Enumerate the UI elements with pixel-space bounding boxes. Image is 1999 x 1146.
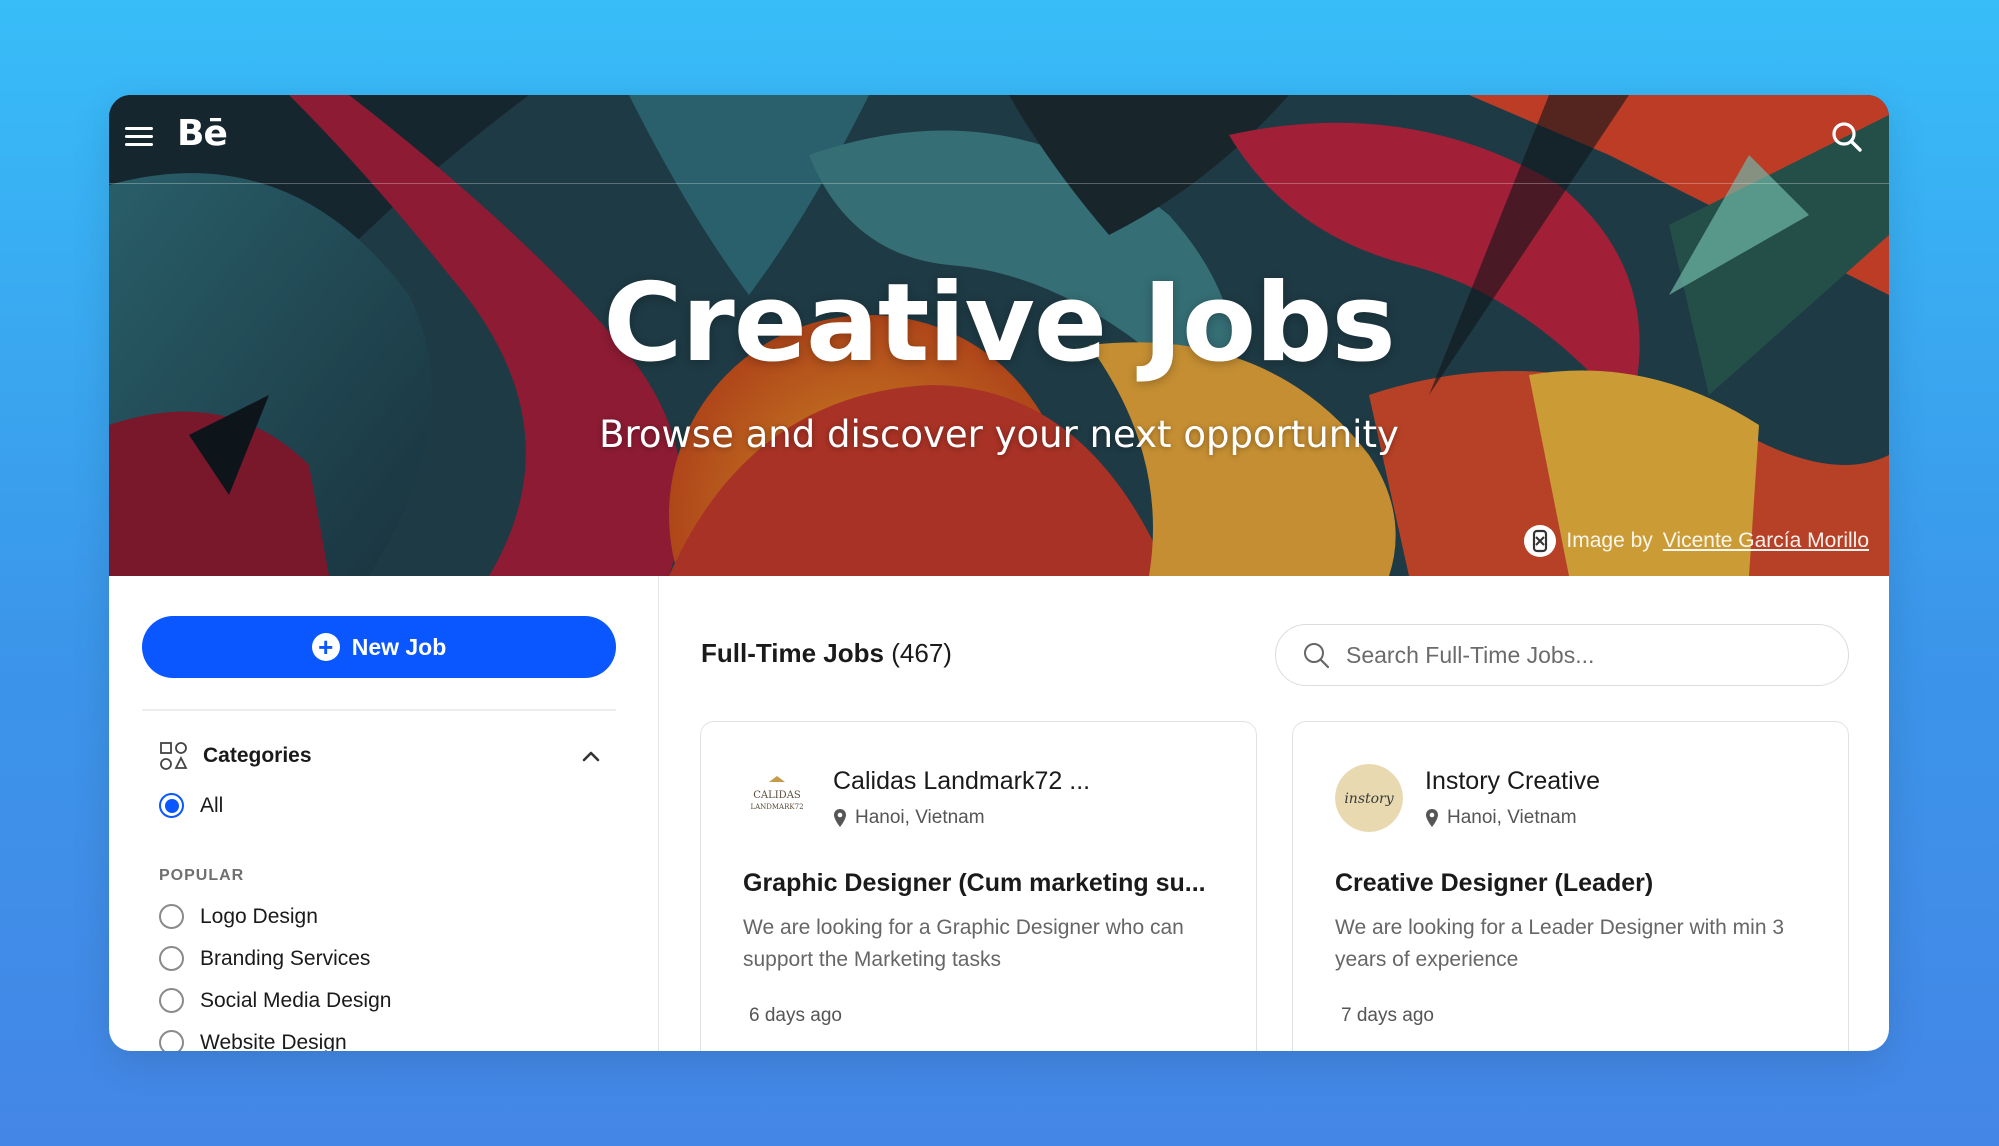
posted-time: 7 days ago	[1341, 1005, 1434, 1026]
categories-icon	[160, 742, 188, 770]
hero-title: Creative Jobs	[603, 261, 1396, 386]
filters-sidebar: + New Job Categories All POPULAR Logo De…	[109, 576, 659, 1051]
chevron-up-icon[interactable]	[580, 745, 602, 767]
category-label: Website Design	[200, 1030, 347, 1052]
category-label: Logo Design	[200, 904, 318, 928]
category-label: Branding Services	[200, 946, 371, 970]
categories-header[interactable]: Categories	[159, 739, 616, 773]
hero-banner: Bē Creative Jobs Browse and discover you…	[109, 95, 1889, 576]
job-description: We are looking for a Leader Designer wit…	[1335, 916, 1785, 971]
new-job-label: New Job	[351, 633, 447, 660]
jobs-section-label: Full-Time Jobs	[701, 638, 884, 668]
jobs-count: (467)	[891, 638, 952, 668]
category-label: All	[200, 793, 224, 817]
location-pin-icon	[1426, 809, 1438, 827]
category-option[interactable]: Social Media Design	[159, 988, 391, 1013]
radio-button[interactable]	[159, 988, 184, 1013]
radio-button[interactable]	[159, 904, 184, 929]
posted-time: 6 days ago	[749, 1005, 842, 1026]
company-logo: CALIDAS LANDMARK72	[743, 764, 811, 832]
hero-subtitle: Browse and discover your next opportunit…	[599, 413, 1399, 456]
plus-circle-icon: +	[311, 633, 340, 661]
location-text: Hanoi, Vietnam	[1447, 807, 1577, 828]
company-name[interactable]: Calidas Landmark72 ...	[833, 767, 1090, 796]
jobs-search-input[interactable]	[1344, 640, 1808, 670]
radio-button[interactable]	[159, 1030, 184, 1051]
new-job-button[interactable]: + New Job	[142, 616, 616, 678]
category-option[interactable]: Logo Design	[159, 904, 318, 929]
category-option-all[interactable]: All	[159, 793, 223, 818]
svg-text:LANDMARK72: LANDMARK72	[750, 803, 803, 811]
creator-avatar-icon[interactable]	[1524, 525, 1557, 557]
job-card[interactable]: instory Instory Creative Hanoi, Vietnam …	[1292, 721, 1849, 1051]
job-card[interactable]: CALIDAS LANDMARK72 Calidas Landmark72 ..…	[700, 721, 1257, 1051]
credit-prefix: Image by	[1566, 529, 1653, 552]
category-label: Social Media Design	[200, 988, 392, 1012]
jobs-main-panel: Full-Time Jobs (467) CALIDAS LANDMARK72 …	[658, 576, 1889, 1051]
location-text: Hanoi, Vietnam	[855, 807, 985, 828]
category-option[interactable]: Website Design	[159, 1030, 347, 1051]
job-location: Hanoi, Vietnam	[833, 807, 985, 829]
top-navigation-bar: Bē	[109, 95, 1889, 184]
company-name[interactable]: Instory Creative	[1425, 767, 1600, 796]
radio-button[interactable]	[159, 793, 184, 818]
image-credit: Image by Vicente García Morillo	[1524, 525, 1869, 557]
hamburger-menu-icon[interactable]	[125, 123, 155, 153]
company-logo: instory	[1335, 764, 1403, 832]
behance-logo[interactable]: Bē	[177, 113, 228, 154]
app-window: Bē Creative Jobs Browse and discover you…	[109, 95, 1889, 1051]
category-option[interactable]: Branding Services	[159, 946, 370, 971]
svg-text:instory: instory	[1344, 791, 1394, 807]
popular-heading: POPULAR	[159, 867, 245, 884]
location-pin-icon	[834, 809, 846, 827]
divider	[142, 709, 616, 711]
jobs-section-title: Full-Time Jobs (467)	[701, 638, 952, 669]
radio-button[interactable]	[159, 946, 184, 971]
job-title[interactable]: Graphic Designer (Cum marketing su...	[743, 869, 1206, 898]
search-icon[interactable]	[1829, 119, 1865, 155]
jobs-search-field[interactable]	[1275, 624, 1849, 686]
svg-text:CALIDAS: CALIDAS	[753, 790, 801, 801]
credit-author-link[interactable]: Vicente García Morillo	[1663, 529, 1869, 553]
categories-title: Categories	[203, 744, 312, 767]
job-location: Hanoi, Vietnam	[1425, 807, 1577, 829]
job-title[interactable]: Creative Designer (Leader)	[1335, 869, 1653, 898]
search-icon	[1304, 643, 1330, 669]
job-description: We are looking for a Graphic Designer wh…	[743, 916, 1184, 971]
